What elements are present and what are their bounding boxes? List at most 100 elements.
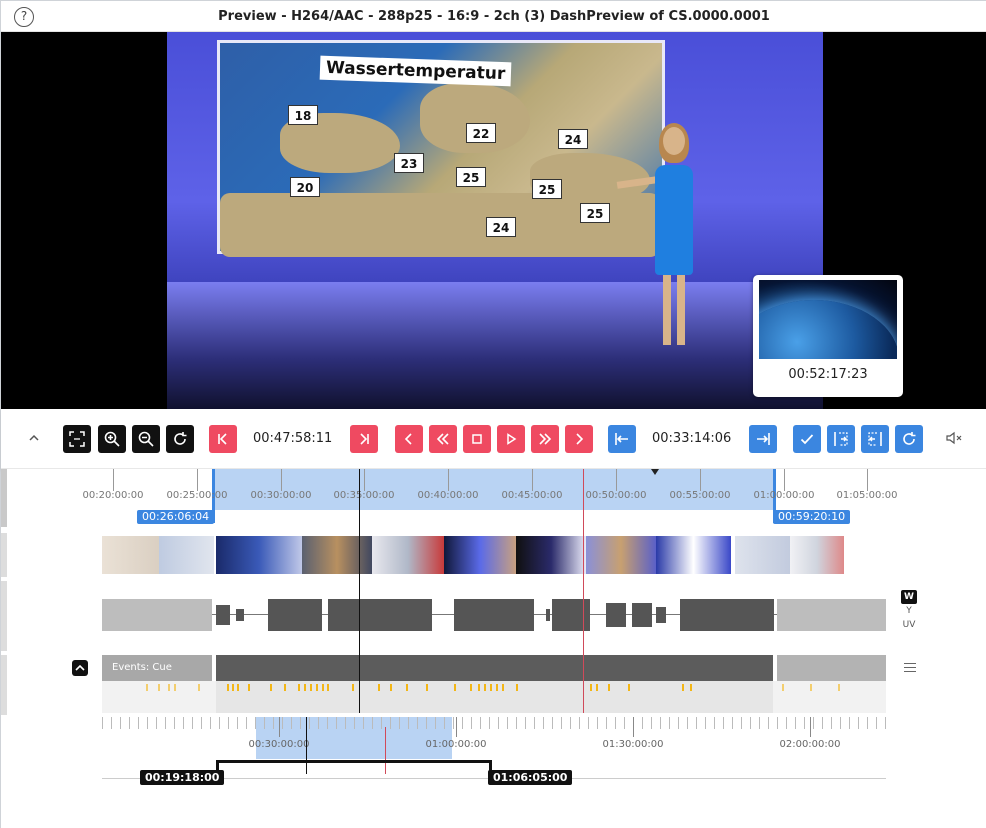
track-handle[interactable] — [1, 581, 7, 651]
overview-label: 00:30:00:00 — [248, 739, 310, 750]
temp-label: 25 — [456, 167, 486, 187]
events-track-label: Events: Cue — [112, 662, 172, 673]
playhead-line[interactable] — [359, 469, 360, 713]
map-title: Wassertemperatur — [319, 55, 512, 87]
duration-timecode: 00:33:14:06 — [652, 431, 732, 446]
reset-marks-button[interactable] — [895, 425, 923, 453]
next-frame-button[interactable] — [565, 425, 593, 453]
skip-end-icon — [360, 433, 369, 445]
track-handle[interactable] — [1, 469, 7, 527]
temp-label: 18 — [288, 105, 318, 125]
zoom-in-icon — [104, 431, 120, 447]
ruler-label: 00:45:00:00 — [501, 490, 563, 501]
stop-icon — [472, 434, 482, 444]
presenter-figure — [616, 123, 697, 349]
arrow-to-start-icon — [615, 433, 628, 445]
current-timecode: 00:47:58:11 — [253, 431, 333, 446]
cue-markers-row[interactable] — [102, 681, 886, 713]
ruler-label: 01:05:00:00 — [836, 490, 898, 501]
video-player[interactable]: Wassertemperatur 18 22 24 23 25 25 20 25… — [1, 32, 986, 409]
fast-forward-button[interactable] — [531, 425, 559, 453]
check-icon — [800, 434, 814, 445]
overview-end-badge: 01:06:05:00 — [488, 770, 573, 785]
ruler-label: 00:30:00:00 — [250, 490, 312, 501]
go-to-out-point-button[interactable] — [749, 425, 777, 453]
waveform-mode-w[interactable]: W — [901, 590, 917, 604]
confirm-button[interactable] — [793, 425, 821, 453]
timeline-panel: 00:20:00:00 00:25:00:00 00:30:00:00 00:3… — [1, 469, 986, 828]
thumbnail — [735, 536, 790, 574]
temp-label: 22 — [466, 123, 496, 143]
out-point-badge: 00:59:20:10 — [773, 510, 851, 524]
chevron-up-icon — [75, 664, 85, 671]
skip-start-icon — [218, 433, 227, 445]
overview-bracket[interactable] — [216, 760, 492, 777]
events-track[interactable]: Events: Cue — [102, 655, 886, 681]
hover-preview-time: 00:52:17:23 — [788, 367, 868, 382]
ruler-label: 00:55:00:00 — [669, 490, 731, 501]
overview-label: 01:00:00:00 — [425, 739, 487, 750]
thumbnail — [516, 536, 586, 574]
video-frame: Wassertemperatur 18 22 24 23 25 25 20 25… — [167, 32, 823, 409]
thumbnail — [586, 536, 656, 574]
overview-start-badge: 00:19:18:00 — [140, 770, 225, 785]
studio-floor — [167, 282, 823, 409]
events-collapse-button[interactable] — [72, 660, 88, 676]
mark-in-icon — [834, 432, 848, 446]
temp-label: 24 — [486, 217, 516, 237]
help-icon[interactable]: ? — [14, 7, 34, 27]
temp-label: 25 — [580, 203, 610, 223]
waveform-mode-switch: W Y UV — [898, 590, 920, 634]
ruler-label: 00:40:00:00 — [417, 490, 479, 501]
go-to-start-button[interactable] — [209, 425, 237, 453]
ruler-label: 00:20:00:00 — [82, 490, 144, 501]
thumbnail — [302, 536, 372, 574]
set-out-point-button[interactable] — [861, 425, 889, 453]
mark-out-icon — [868, 432, 882, 446]
mute-icon[interactable] — [945, 430, 965, 446]
zoom-out-button[interactable] — [132, 425, 160, 453]
fit-to-screen-button[interactable] — [63, 425, 91, 453]
waveform-mode-uv[interactable]: UV — [898, 620, 920, 630]
audio-waveform[interactable] — [102, 599, 886, 631]
play-icon — [507, 433, 517, 445]
ruler-label: 01:00:00:00 — [753, 490, 815, 501]
temp-label: 25 — [532, 179, 562, 199]
fit-icon — [69, 431, 85, 447]
in-point-badge: 00:26:06:04 — [137, 510, 215, 524]
track-handle[interactable] — [1, 533, 7, 577]
rewind-icon — [436, 433, 449, 445]
waveform-mode-y[interactable]: Y — [898, 606, 920, 616]
preview-window: ? Preview - H264/AAC - 288p25 - 16:9 - 2… — [0, 0, 986, 828]
go-to-in-point-button[interactable] — [608, 425, 636, 453]
thumbnail — [790, 536, 844, 574]
temp-label: 23 — [394, 153, 424, 173]
play-button[interactable] — [497, 425, 525, 453]
thumbnail-strip[interactable] — [102, 536, 886, 574]
go-to-end-button[interactable] — [350, 425, 378, 453]
ruler-label: 00:50:00:00 — [585, 490, 647, 501]
chevron-left-icon — [404, 433, 412, 445]
time-ruler[interactable]: 00:20:00:00 00:25:00:00 00:30:00:00 00:3… — [82, 469, 898, 509]
menu-icon[interactable] — [904, 663, 916, 672]
stop-button[interactable] — [463, 425, 491, 453]
set-in-point-button[interactable] — [827, 425, 855, 453]
weather-map: Wassertemperatur 18 22 24 23 25 25 20 25… — [217, 40, 665, 257]
reset-zoom-button[interactable] — [166, 425, 194, 453]
rewind-button[interactable] — [429, 425, 457, 453]
zoom-in-button[interactable] — [98, 425, 126, 453]
fast-forward-icon — [539, 433, 552, 445]
chevron-up-icon[interactable] — [27, 431, 41, 445]
refresh-icon — [174, 432, 187, 445]
hover-line — [583, 469, 584, 713]
hover-preview-popup: 00:52:17:23 — [753, 275, 903, 397]
control-bar: 00:47:58:11 00:33:14:06 — [1, 409, 986, 469]
overview-label: 01:30:00:00 — [602, 739, 664, 750]
hover-preview-thumbnail — [759, 280, 897, 359]
thumbnail — [656, 536, 731, 574]
ruler-label: 00:25:00:00 — [166, 490, 228, 501]
title-bar: ? Preview - H264/AAC - 288p25 - 16:9 - 2… — [1, 1, 986, 32]
track-handle[interactable] — [1, 655, 7, 715]
refresh-icon — [903, 432, 916, 445]
previous-frame-button[interactable] — [395, 425, 423, 453]
